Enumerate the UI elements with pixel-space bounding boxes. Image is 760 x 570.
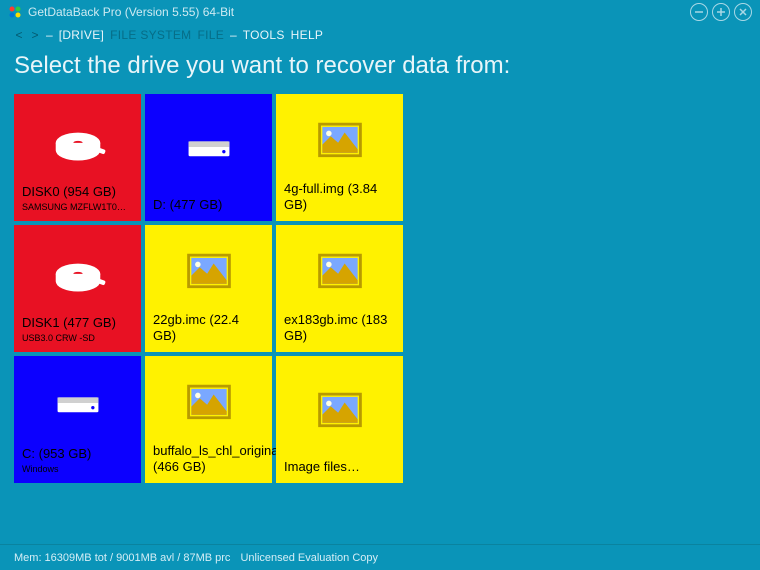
- tile-label: ex183gb.imc (183 GB): [284, 312, 395, 345]
- drive-tile[interactable]: 4g-full.img (3.84 GB): [276, 94, 403, 221]
- menu-bar: < > – [DRIVE] FILE SYSTEM FILE – TOOLS H…: [0, 24, 760, 50]
- tile-label: D: (477 GB): [153, 197, 264, 213]
- tile-label: Image files…: [284, 459, 395, 475]
- status-license: Unlicensed Evaluation Copy: [240, 552, 378, 564]
- tile-sublabel: SAMSUNG MZFLW1T0…: [22, 202, 133, 213]
- drive-tile[interactable]: C: (953 GB) Windows: [14, 356, 141, 483]
- tile-sublabel: USB3.0 CRW -SD: [22, 333, 133, 344]
- status-bar: Mem: 16309MB tot / 9001MB avl / 87MB prc…: [0, 544, 760, 570]
- minimize-button[interactable]: [690, 3, 708, 21]
- disk-icon: [22, 233, 133, 315]
- tile-label: C: (953 GB): [22, 446, 133, 462]
- image-icon: [284, 364, 395, 459]
- nav-back-icon[interactable]: <: [14, 28, 24, 42]
- image-icon: [153, 233, 264, 312]
- drive-tile[interactable]: D: (477 GB): [145, 94, 272, 221]
- tile-sublabel: Windows: [22, 464, 133, 475]
- image-icon: [284, 233, 395, 312]
- drive-icon: [153, 102, 264, 197]
- page-heading: Select the drive you want to recover dat…: [0, 50, 760, 90]
- menu-file[interactable]: FILE: [197, 28, 224, 42]
- tile-label: buffalo_ls_chl_original (466 GB): [153, 443, 264, 476]
- image-icon: [284, 102, 395, 181]
- drive-tile[interactable]: 22gb.imc (22.4 GB): [145, 225, 272, 352]
- nav-forward-icon[interactable]: >: [30, 28, 40, 42]
- maximize-button[interactable]: [712, 3, 730, 21]
- window-controls: [690, 3, 752, 21]
- drive-icon: [22, 364, 133, 446]
- close-button[interactable]: [734, 3, 752, 21]
- menu-tools[interactable]: TOOLS: [243, 28, 285, 42]
- tile-label: DISK0 (954 GB): [22, 184, 133, 200]
- drive-tile[interactable]: ex183gb.imc (183 GB): [276, 225, 403, 352]
- disk-icon: [22, 102, 133, 184]
- image-icon: [153, 364, 264, 443]
- drive-grid: DISK0 (954 GB) SAMSUNG MZFLW1T0… D: (477 G…: [0, 90, 760, 487]
- window-title: GetDataBack Pro (Version 5.55) 64-Bit: [28, 5, 690, 19]
- tile-label: DISK1 (477 GB): [22, 315, 133, 331]
- title-bar: GetDataBack Pro (Version 5.55) 64-Bit: [0, 0, 760, 24]
- drive-tile[interactable]: Image files…: [276, 356, 403, 483]
- drive-tile[interactable]: buffalo_ls_chl_original (466 GB): [145, 356, 272, 483]
- drive-tile[interactable]: DISK1 (477 GB) USB3.0 CRW -SD: [14, 225, 141, 352]
- menu-drive[interactable]: [DRIVE]: [59, 28, 104, 42]
- menu-filesystem[interactable]: FILE SYSTEM: [110, 28, 191, 42]
- tile-label: 22gb.imc (22.4 GB): [153, 312, 264, 345]
- app-icon: [8, 5, 22, 19]
- tile-label: 4g-full.img (3.84 GB): [284, 181, 395, 214]
- status-memory: Mem: 16309MB tot / 9001MB avl / 87MB prc: [14, 552, 230, 564]
- drive-tile[interactable]: DISK0 (954 GB) SAMSUNG MZFLW1T0…: [14, 94, 141, 221]
- menu-help[interactable]: HELP: [291, 28, 324, 42]
